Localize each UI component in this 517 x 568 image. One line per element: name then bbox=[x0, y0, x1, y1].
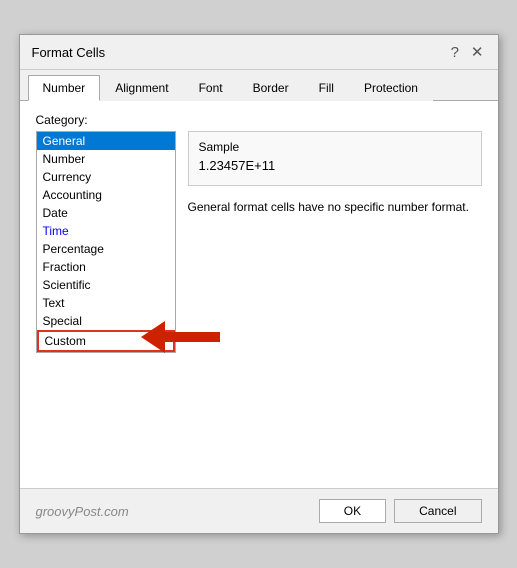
list-item[interactable]: General bbox=[37, 132, 175, 150]
format-cells-dialog: Format Cells ? ✕ Number Alignment Font B… bbox=[19, 34, 499, 534]
watermark: groovyPost.com bbox=[36, 504, 129, 519]
tab-border[interactable]: Border bbox=[238, 75, 304, 101]
tab-number[interactable]: Number bbox=[28, 75, 101, 101]
help-button[interactable]: ? bbox=[449, 44, 461, 61]
list-item[interactable]: Currency bbox=[37, 168, 175, 186]
tab-alignment[interactable]: Alignment bbox=[100, 75, 183, 101]
dialog-footer: groovyPost.com OK Cancel bbox=[20, 488, 498, 533]
list-item[interactable]: Accounting bbox=[37, 186, 175, 204]
dialog-body: Category: General Number Currency Accoun… bbox=[20, 101, 498, 488]
list-item-custom[interactable]: Custom bbox=[37, 330, 175, 352]
list-and-arrow: General Number Currency Accounting Date … bbox=[36, 131, 176, 476]
format-description: General format cells have no specific nu… bbox=[188, 198, 482, 216]
list-item[interactable]: Number bbox=[37, 150, 175, 168]
tab-bar: Number Alignment Font Border Fill Protec… bbox=[20, 70, 498, 101]
list-item[interactable]: Special bbox=[37, 312, 175, 330]
list-item[interactable]: Percentage bbox=[37, 240, 175, 258]
list-item[interactable]: Scientific bbox=[37, 276, 175, 294]
list-item[interactable]: Fraction bbox=[37, 258, 175, 276]
category-list[interactable]: General Number Currency Accounting Date … bbox=[37, 132, 175, 352]
title-controls: ? ✕ bbox=[449, 43, 486, 61]
category-label: Category: bbox=[36, 113, 482, 127]
tab-fill[interactable]: Fill bbox=[304, 75, 349, 101]
sample-value: 1.23457E+11 bbox=[199, 158, 471, 173]
title-bar: Format Cells ? ✕ bbox=[20, 35, 498, 70]
list-item-time[interactable]: Time bbox=[37, 222, 175, 240]
sample-label: Sample bbox=[199, 140, 471, 154]
footer-buttons: OK Cancel bbox=[319, 499, 482, 523]
right-panel: Sample 1.23457E+11 General format cells … bbox=[188, 131, 482, 476]
close-button[interactable]: ✕ bbox=[469, 43, 486, 61]
list-item[interactable]: Text bbox=[37, 294, 175, 312]
ok-button[interactable]: OK bbox=[319, 499, 386, 523]
cancel-button[interactable]: Cancel bbox=[394, 499, 481, 523]
sample-section: Sample 1.23457E+11 bbox=[188, 131, 482, 186]
dialog-title: Format Cells bbox=[32, 45, 106, 60]
main-row: General Number Currency Accounting Date … bbox=[36, 131, 482, 476]
list-item[interactable]: Date bbox=[37, 204, 175, 222]
tab-font[interactable]: Font bbox=[184, 75, 238, 101]
category-box: General Number Currency Accounting Date … bbox=[36, 131, 176, 353]
tab-protection[interactable]: Protection bbox=[349, 75, 433, 101]
